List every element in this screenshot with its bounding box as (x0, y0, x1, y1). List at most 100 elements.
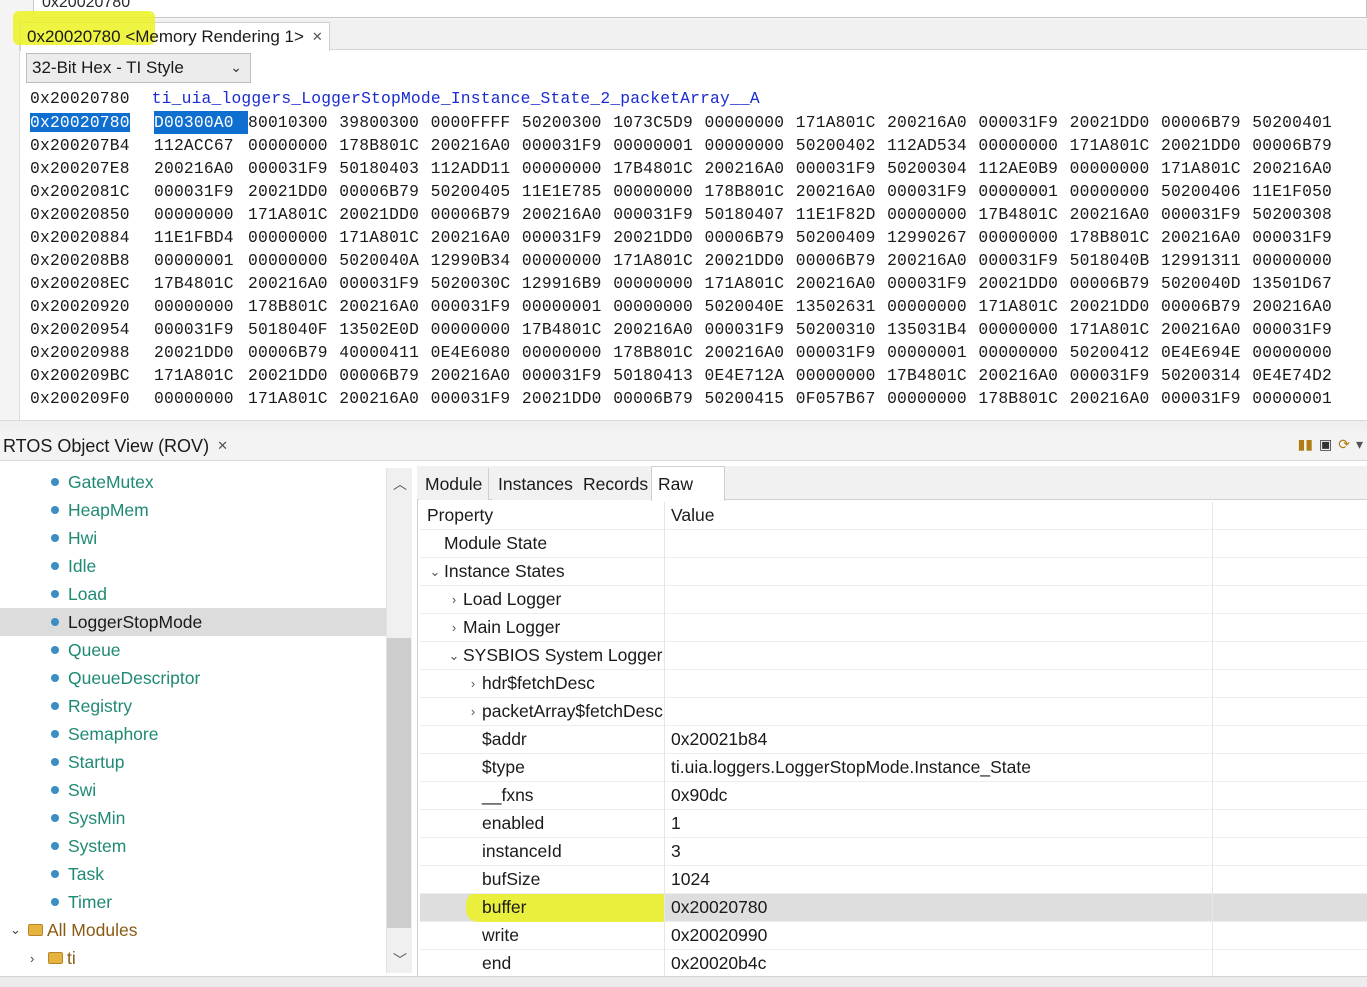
grid-row[interactable]: write 0x20020990 (420, 921, 1367, 950)
memory-word[interactable]: 50200300 (522, 111, 613, 134)
grid-row[interactable]: $addr 0x20021b84 (420, 725, 1367, 754)
memory-word[interactable]: 12990267 (887, 226, 978, 249)
memory-word[interactable]: 00000000 (154, 203, 248, 226)
memory-word[interactable]: 00000000 (704, 134, 795, 157)
chevron-down-icon[interactable]: ⌄ (426, 564, 444, 580)
memory-word[interactable]: 0F057B67 (796, 387, 887, 410)
memory-word[interactable]: 20021DD0 (978, 272, 1069, 295)
memory-word[interactable]: 171A801C (613, 249, 704, 272)
memory-word[interactable]: 00000001 (978, 180, 1069, 203)
grid-row[interactable]: › Load Logger (420, 585, 1367, 614)
memory-word[interactable]: 11E1FBD4 (154, 226, 248, 249)
memory-word[interactable]: 200216A0 (1252, 295, 1343, 318)
memory-word[interactable]: 20021DD0 (1161, 134, 1252, 157)
memory-word[interactable]: 5020040E (704, 295, 795, 318)
chevron-right-icon[interactable]: › (445, 620, 463, 635)
memory-word[interactable]: 000031F9 (704, 318, 795, 341)
chevron-right-icon[interactable]: › (30, 951, 44, 966)
memory-word[interactable]: 17B4801C (613, 157, 704, 180)
memory-word[interactable]: 13501D67 (1252, 272, 1343, 295)
memory-word[interactable]: 5018040B (1070, 249, 1161, 272)
tree-item-sysmin[interactable]: SysMin (0, 804, 386, 832)
tree-item-load[interactable]: Load (0, 580, 386, 608)
memory-word[interactable]: 200216A0 (887, 111, 978, 134)
memory-word[interactable]: 20021DD0 (339, 203, 430, 226)
memory-word[interactable]: 20021DD0 (613, 226, 704, 249)
memory-word[interactable]: 00000001 (613, 134, 704, 157)
memory-word[interactable]: 00000001 (887, 341, 978, 364)
memory-word[interactable]: 00000000 (522, 341, 613, 364)
tree-item-swi[interactable]: Swi (0, 776, 386, 804)
memory-word[interactable]: 200216A0 (796, 272, 887, 295)
memory-word[interactable]: 00000000 (248, 134, 339, 157)
memory-word[interactable]: 00000000 (613, 180, 704, 203)
memory-word[interactable]: 000031F9 (978, 111, 1069, 134)
tree-item-heapmem[interactable]: HeapMem (0, 496, 386, 524)
memory-word[interactable]: 178B801C (339, 134, 430, 157)
memory-word[interactable]: 000031F9 (1161, 203, 1252, 226)
memory-word[interactable]: 1073C5D9 (613, 111, 704, 134)
memory-word[interactable]: 50200412 (1070, 341, 1161, 364)
memory-word[interactable]: 00000000 (522, 249, 613, 272)
tree-item-idle[interactable]: Idle (0, 552, 386, 580)
grid-row[interactable]: __fxns 0x90dc (420, 781, 1367, 810)
memory-word[interactable]: 112AD534 (887, 134, 978, 157)
memory-word[interactable]: 171A801C (248, 203, 339, 226)
memory-word[interactable]: 000031F9 (248, 157, 339, 180)
memory-word[interactable]: 00000000 (154, 295, 248, 318)
save-icon[interactable]: ▣ (1319, 436, 1332, 453)
chevron-right-icon[interactable]: › (445, 592, 463, 607)
tree-item-queue[interactable]: Queue (0, 636, 386, 664)
memory-word[interactable]: 200216A0 (1252, 157, 1343, 180)
grid-row[interactable]: $type ti.uia.loggers.LoggerStopMode.Insta… (420, 753, 1367, 782)
memory-word[interactable]: 5020030C (431, 272, 522, 295)
memory-word[interactable]: 50200401 (1252, 111, 1343, 134)
memory-word[interactable]: 171A801C (1070, 134, 1161, 157)
pause-icon[interactable]: ▮▮ (1298, 436, 1313, 453)
tree-item-timer[interactable]: Timer (0, 888, 386, 916)
memory-word[interactable]: 00000000 (1070, 180, 1161, 203)
memory-word[interactable]: 00000000 (248, 226, 339, 249)
memory-word[interactable]: 17B4801C (978, 203, 1069, 226)
memory-word[interactable]: 00006B79 (1161, 111, 1252, 134)
memory-word[interactable]: 000031F9 (887, 272, 978, 295)
memory-word[interactable]: 50200314 (1161, 364, 1252, 387)
memory-word[interactable]: 50200310 (796, 318, 887, 341)
memory-word[interactable]: 00000000 (978, 134, 1069, 157)
grid-row[interactable]: buffer 0x20020780 (420, 893, 1367, 922)
tree-item-task[interactable]: Task (0, 860, 386, 888)
memory-word[interactable]: 0E4E74D2 (1252, 364, 1343, 387)
grid-row[interactable]: ⌄ SYSBIOS System Logger (420, 641, 1367, 670)
memory-word[interactable]: 178B801C (704, 180, 795, 203)
memory-word[interactable]: D00300A0 (154, 111, 248, 134)
memory-word[interactable]: 171A801C (1161, 157, 1252, 180)
tree-item-queuedescriptor[interactable]: QueueDescriptor (0, 664, 386, 692)
scroll-down-icon[interactable]: ﹀ (393, 950, 407, 970)
memory-word[interactable]: 000031F9 (1161, 387, 1252, 410)
scroll-thumb[interactable] (387, 638, 411, 928)
view-menu-icon[interactable]: ▾ (1356, 436, 1363, 453)
memory-word[interactable]: 00000000 (887, 387, 978, 410)
memory-word[interactable]: 178B801C (248, 295, 339, 318)
grid-row[interactable]: › packetArray$fetchDesc (420, 697, 1367, 726)
memory-word[interactable]: 00000001 (1252, 387, 1343, 410)
memory-word[interactable]: 13502E0D (339, 318, 430, 341)
memory-word[interactable]: 200216A0 (1161, 226, 1252, 249)
grid-row[interactable]: Module State (420, 529, 1367, 558)
memory-word[interactable]: 00000000 (1070, 157, 1161, 180)
memory-word[interactable]: 20021DD0 (522, 387, 613, 410)
memory-word[interactable]: 00006B79 (1070, 272, 1161, 295)
memory-word[interactable]: 000031F9 (522, 364, 613, 387)
memory-word[interactable]: 20021DD0 (248, 364, 339, 387)
tree-item-registry[interactable]: Registry (0, 692, 386, 720)
memory-word[interactable]: 50200405 (431, 180, 522, 203)
memory-word[interactable]: 00006B79 (339, 364, 430, 387)
memory-word[interactable]: 0000FFFF (431, 111, 522, 134)
memory-word[interactable]: 000031F9 (796, 157, 887, 180)
memory-word[interactable]: 200216A0 (704, 157, 795, 180)
memory-word[interactable]: 000031F9 (522, 226, 613, 249)
memory-word[interactable]: 00000000 (613, 295, 704, 318)
address-input[interactable]: 0x20020780 (33, 0, 1367, 18)
memory-word[interactable]: 17B4801C (154, 272, 248, 295)
memory-word[interactable]: 200216A0 (431, 364, 522, 387)
